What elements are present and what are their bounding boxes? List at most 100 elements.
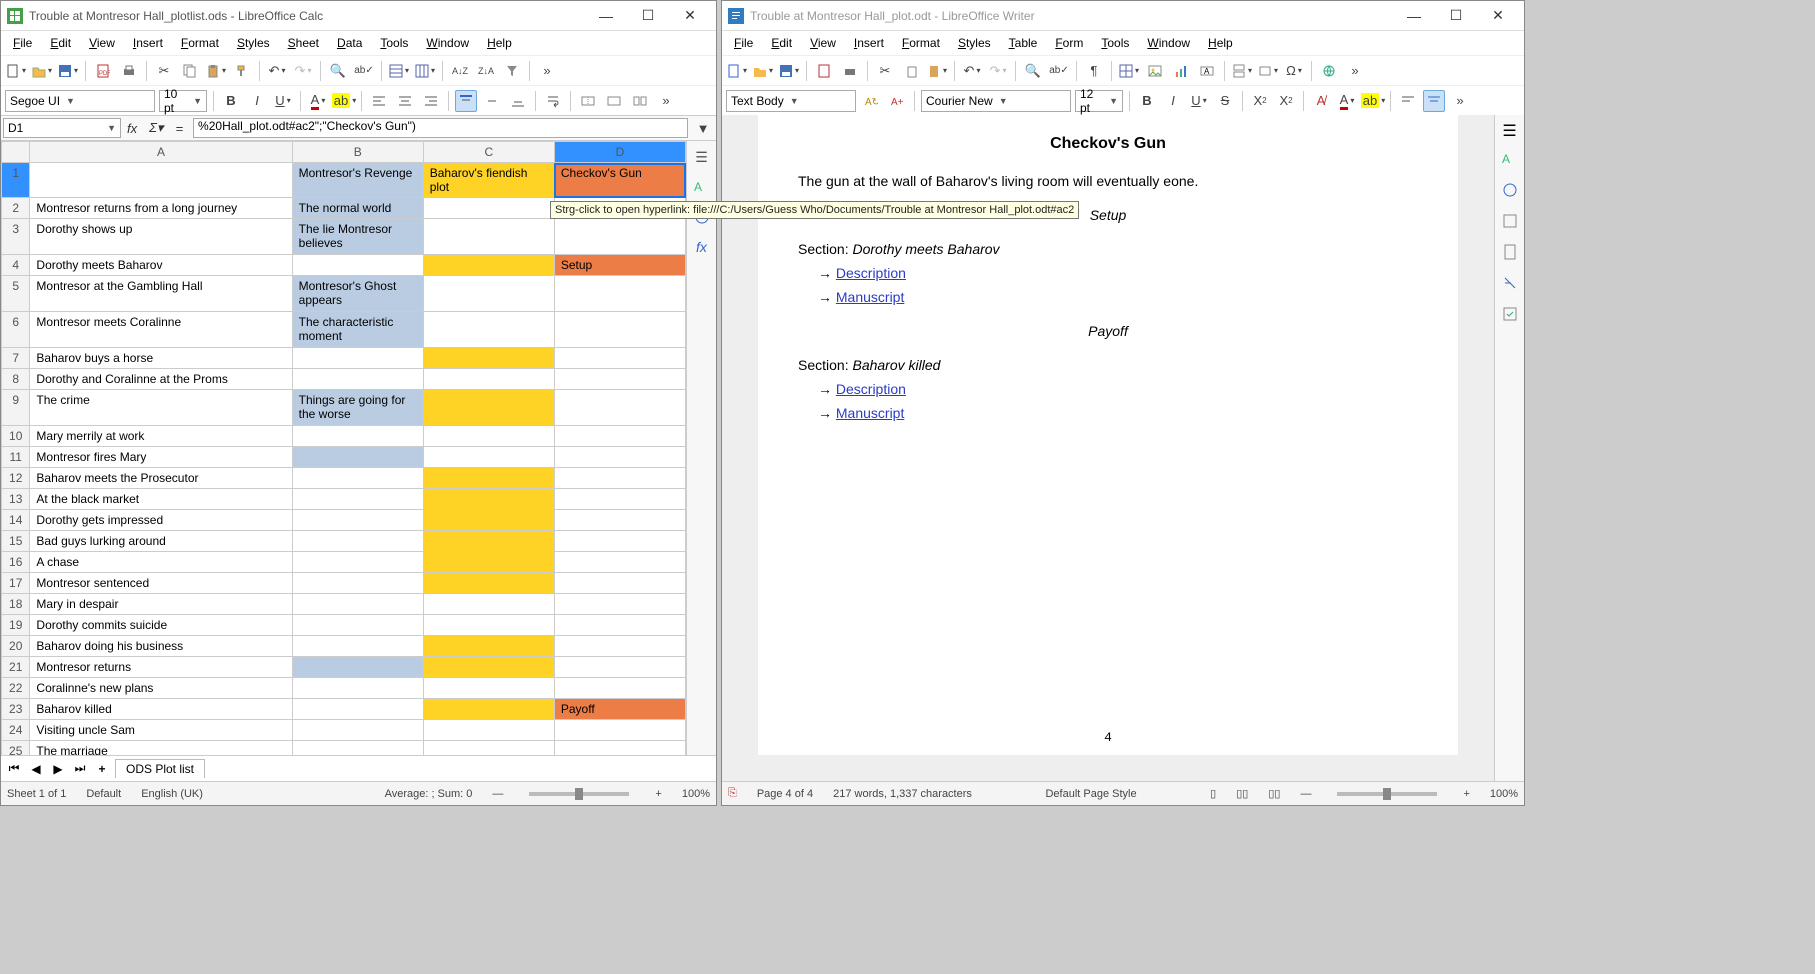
row-header[interactable]: 14	[2, 510, 30, 531]
cell[interactable]	[554, 276, 685, 312]
zoom-in-button[interactable]: +	[655, 788, 661, 800]
row-header[interactable]: 10	[2, 426, 30, 447]
cell[interactable]	[554, 531, 685, 552]
cell[interactable]: Checkov's Gun	[554, 163, 685, 198]
manage-changes-icon[interactable]	[1502, 306, 1518, 327]
menu-view[interactable]: View	[802, 34, 844, 52]
page-style[interactable]: Default Page Style	[1045, 788, 1136, 800]
cell[interactable]	[554, 720, 685, 741]
cell[interactable]: Montresor returns	[30, 657, 292, 678]
cell[interactable]	[554, 369, 685, 390]
sheet-tab[interactable]: ODS Plot list	[115, 759, 205, 778]
cell[interactable]	[423, 255, 554, 276]
page-icon[interactable]	[1502, 244, 1518, 265]
cell[interactable]	[292, 552, 423, 573]
superscript-button[interactable]: X2	[1249, 90, 1271, 112]
cell[interactable]: Dorothy shows up	[30, 219, 292, 255]
open-button[interactable]	[752, 60, 774, 82]
cell[interactable]	[292, 678, 423, 699]
insert-textbox-button[interactable]: A	[1196, 60, 1218, 82]
more-button[interactable]: »	[1344, 60, 1366, 82]
cell[interactable]	[292, 447, 423, 468]
subscript-button[interactable]: X2	[1275, 90, 1297, 112]
insert-table-button[interactable]	[1118, 60, 1140, 82]
row-header[interactable]: 15	[2, 531, 30, 552]
cell[interactable]	[554, 615, 685, 636]
gallery-icon[interactable]	[1502, 182, 1518, 203]
cell[interactable]	[554, 348, 685, 369]
view-multi-icon[interactable]: ▯▯	[1236, 787, 1248, 800]
new-doc-button[interactable]	[726, 60, 748, 82]
minimize-button[interactable]: —	[586, 4, 626, 28]
cell[interactable]	[292, 348, 423, 369]
print-button[interactable]	[118, 60, 140, 82]
cell[interactable]: Baharov doing his business	[30, 636, 292, 657]
writer-titlebar[interactable]: Trouble at Montresor Hall_plot.odt - Lib…	[722, 1, 1524, 31]
strikethrough-button[interactable]: S	[1214, 90, 1236, 112]
cell[interactable]	[423, 678, 554, 699]
menu-tools[interactable]: Tools	[372, 34, 416, 52]
redo-button[interactable]: ↷	[292, 60, 314, 82]
row-header[interactable]: 18	[2, 594, 30, 615]
cell[interactable]	[554, 657, 685, 678]
cell[interactable]: Coralinne's new plans	[30, 678, 292, 699]
navigator-icon[interactable]	[1502, 213, 1518, 234]
cell[interactable]: The lie Montresor believes	[292, 219, 423, 255]
align-center-button[interactable]	[1423, 90, 1445, 112]
properties-icon[interactable]: ☰	[1502, 121, 1516, 141]
cell[interactable]: Montresor fires Mary	[30, 447, 292, 468]
new-doc-button[interactable]	[5, 60, 27, 82]
open-button[interactable]	[31, 60, 53, 82]
row-header[interactable]: 11	[2, 447, 30, 468]
view-single-icon[interactable]: ▯	[1210, 787, 1216, 800]
cell[interactable]	[292, 510, 423, 531]
manuscript-link[interactable]: Manuscript	[836, 289, 904, 305]
prev-sheet-button[interactable]: ◀	[27, 762, 45, 776]
formula-input[interactable]: %20Hall_plot.odt#ac2";"Checkov's Gun")	[193, 118, 688, 138]
cell[interactable]	[292, 531, 423, 552]
align-left-button[interactable]	[1397, 90, 1419, 112]
cell[interactable]: Payoff	[554, 699, 685, 720]
cell[interactable]	[423, 468, 554, 489]
name-box[interactable]: D1▼	[3, 118, 121, 138]
more-button[interactable]: »	[536, 60, 558, 82]
row-button[interactable]	[388, 60, 410, 82]
cell[interactable]	[423, 489, 554, 510]
cell[interactable]	[292, 720, 423, 741]
cell[interactable]: The crime	[30, 390, 292, 426]
zoom-slider[interactable]	[529, 792, 629, 796]
last-sheet-button[interactable]: ⏭	[71, 761, 89, 776]
menu-styles[interactable]: Styles	[950, 34, 999, 52]
font-name-select[interactable]: Segoe UI▼	[5, 90, 155, 112]
view-book-icon[interactable]: ▯▯	[1268, 787, 1280, 800]
cell[interactable]	[292, 699, 423, 720]
menu-tools[interactable]: Tools	[1093, 34, 1137, 52]
cell[interactable]	[554, 741, 685, 756]
first-sheet-button[interactable]: ⏮	[5, 761, 23, 776]
insert-image-button[interactable]	[1144, 60, 1166, 82]
row-header[interactable]: 6	[2, 312, 30, 348]
clone-formatting-button[interactable]	[231, 60, 253, 82]
italic-button[interactable]: I	[1162, 90, 1184, 112]
row-header[interactable]: 22	[2, 678, 30, 699]
row-header[interactable]: 16	[2, 552, 30, 573]
row-header[interactable]: 8	[2, 369, 30, 390]
cell[interactable]	[554, 636, 685, 657]
styles-icon[interactable]: A	[1502, 151, 1518, 172]
menu-file[interactable]: File	[726, 34, 761, 52]
col-header-d[interactable]: D	[554, 142, 685, 163]
cell[interactable]: Montresor sentenced	[30, 573, 292, 594]
cell[interactable]: Dorothy and Coralinne at the Proms	[30, 369, 292, 390]
cell[interactable]	[292, 255, 423, 276]
cell[interactable]	[554, 312, 685, 348]
row-header[interactable]: 5	[2, 276, 30, 312]
font-size-select[interactable]: 10 pt▼	[159, 90, 207, 112]
menu-file[interactable]: File	[5, 34, 40, 52]
zoom-slider[interactable]	[1337, 792, 1437, 796]
row-header[interactable]: 19	[2, 615, 30, 636]
row-header[interactable]: 25	[2, 741, 30, 756]
cell[interactable]: Baharov killed	[30, 699, 292, 720]
style-inspector-icon[interactable]	[1502, 275, 1518, 296]
menu-form[interactable]: Form	[1047, 34, 1091, 52]
spellcheck-button[interactable]: ab✓	[353, 60, 375, 82]
